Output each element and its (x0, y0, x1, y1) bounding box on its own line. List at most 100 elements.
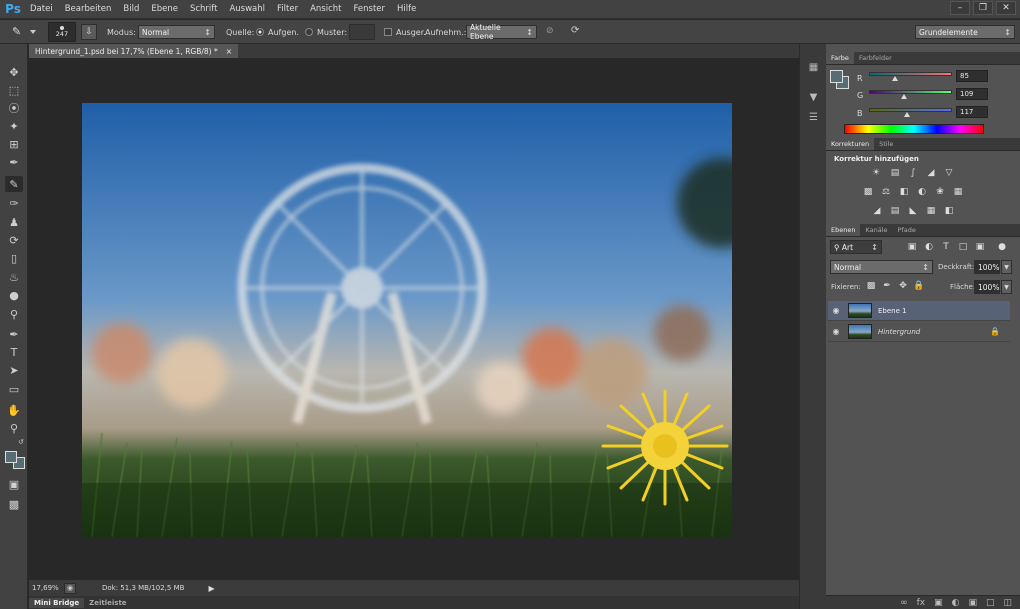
color-balance-icon[interactable]: ⚖ (880, 187, 892, 197)
pattern-picker[interactable] (349, 24, 375, 40)
visibility-eye-icon[interactable]: ◉ (828, 306, 844, 315)
menu-ansicht[interactable]: Ansicht (304, 4, 347, 14)
path-selection-tool-icon[interactable]: ➤ (5, 362, 23, 378)
channel-g-value[interactable]: 109 (956, 88, 988, 100)
marquee-tool-icon[interactable]: ⬚ (5, 82, 23, 98)
channel-g-thumb[interactable] (901, 94, 907, 99)
menu-filter[interactable]: Filter (271, 4, 304, 14)
swap-colors-icon[interactable]: ↺ (18, 438, 24, 446)
healing-brush-tool-icon[interactable]: ✎ (5, 176, 23, 192)
photoshop-logo[interactable]: Ps (2, 0, 24, 19)
close-window-button[interactable]: ✕ (996, 1, 1016, 15)
tab-pfade[interactable]: Pfade (893, 224, 921, 236)
tab-mini-bridge[interactable]: Mini Bridge (29, 597, 85, 608)
new-adjustment-icon[interactable]: ◐ (952, 598, 960, 608)
tab-farbe[interactable]: Farbe (826, 52, 854, 64)
aufgen-radio[interactable] (256, 28, 264, 36)
filter-toggle-icon[interactable]: ● (996, 242, 1008, 252)
clone-stamp-tool-icon[interactable]: ♟ (5, 214, 23, 230)
ausger-checkbox[interactable] (384, 28, 392, 36)
color-lookup-icon[interactable]: ▦ (952, 187, 964, 197)
blend-mode-dropdown[interactable]: Normal (830, 260, 933, 274)
invert-icon[interactable]: ◢ (871, 206, 883, 216)
menu-bearbeiten[interactable]: Bearbeiten (59, 4, 118, 14)
visibility-eye-icon[interactable]: ◉ (828, 327, 844, 336)
black-white-icon[interactable]: ◧ (898, 187, 910, 197)
fill-dropdown-arrow-icon[interactable]: ▼ (1001, 280, 1012, 294)
fill-input[interactable]: 100% (974, 280, 1000, 294)
filter-shape-icon[interactable]: □ (957, 242, 969, 252)
ignore-adjustment-layers-icon[interactable]: ⊘ (546, 26, 558, 38)
lasso-tool-icon[interactable]: ⦿ (5, 100, 23, 116)
layer-style-fx-icon[interactable]: fx (917, 598, 926, 608)
hand-tool-icon[interactable]: ✋ (5, 402, 23, 418)
tab-farbfelder[interactable]: Farbfelder (854, 52, 897, 64)
crop-tool-icon[interactable]: ⊞ (5, 136, 23, 152)
color-spectrum-bar[interactable] (844, 124, 984, 134)
pressure-size-icon[interactable]: ⟳ (571, 25, 585, 39)
filter-pixel-icon[interactable]: ▣ (906, 242, 918, 252)
zoom-tool-icon[interactable]: ⚲ (5, 420, 23, 436)
clone-source-panel-icon[interactable]: ⇩ (81, 24, 97, 40)
tab-ebenen[interactable]: Ebenen (826, 224, 861, 236)
pen-tool-icon[interactable]: ✒ (5, 326, 23, 342)
new-group-icon[interactable]: ▣ (968, 598, 977, 608)
zoom-readout[interactable]: 17,69% (32, 584, 60, 592)
color-panel-bg-swatch[interactable] (830, 70, 843, 83)
tab-korrekturen[interactable]: Korrekturen (826, 138, 875, 150)
move-tool-icon[interactable]: ✥ (5, 64, 23, 80)
menu-ebene[interactable]: Ebene (145, 4, 184, 14)
actions-panel-icon[interactable]: ▼ (805, 90, 822, 105)
properties-panel-icon[interactable]: ☰ (805, 110, 822, 125)
filter-type-icon[interactable]: T (940, 242, 952, 252)
layer-row-hintergrund[interactable]: ◉ Hintergrund 🔒 (828, 322, 1010, 342)
gradient-map-icon[interactable]: ◧ (943, 206, 955, 216)
channel-r-value[interactable]: 85 (956, 70, 988, 82)
tab-kanaele[interactable]: Kanäle (860, 224, 892, 236)
menu-schrift[interactable]: Schrift (184, 4, 224, 14)
status-menu-arrow-icon[interactable]: ▶ (208, 584, 214, 593)
history-brush-tool-icon[interactable]: ⟳ (5, 232, 23, 248)
channel-mixer-icon[interactable]: ❀ (934, 187, 946, 197)
layer-name[interactable]: Hintergrund (878, 328, 920, 336)
menu-bild[interactable]: Bild (117, 4, 145, 14)
add-mask-icon[interactable]: ▣ (934, 598, 943, 608)
vibrance-icon[interactable]: ▽ (943, 168, 955, 178)
photo-filter-icon[interactable]: ◐ (916, 187, 928, 197)
foreground-color-swatch[interactable] (5, 451, 17, 463)
lock-all-icon[interactable]: 🔒 (913, 281, 925, 291)
muster-radio[interactable] (305, 28, 313, 36)
minimize-button[interactable]: – (950, 1, 970, 15)
workspace-dropdown[interactable]: Grundelemente (915, 25, 1015, 39)
threshold-icon[interactable]: ◣ (907, 206, 919, 216)
channel-g-slider[interactable] (869, 90, 952, 94)
channel-r-slider[interactable] (869, 72, 952, 76)
rectangle-tool-icon[interactable]: ▭ (5, 381, 23, 397)
delete-layer-icon[interactable]: ◫ (1003, 598, 1012, 608)
blur-tool-icon[interactable]: ● (5, 287, 23, 303)
layer-name[interactable]: Ebene 1 (878, 307, 907, 315)
menu-hilfe[interactable]: Hilfe (391, 4, 422, 14)
exposure-icon[interactable]: ◢ (925, 168, 937, 178)
filter-adjustment-icon[interactable]: ◐ (923, 242, 935, 252)
document-image[interactable] (82, 103, 732, 537)
new-layer-icon[interactable]: □ (986, 598, 995, 608)
paint-bucket-tool-icon[interactable]: ♨ (5, 269, 23, 285)
quick-selection-tool-icon[interactable]: ✦ (5, 118, 23, 134)
history-panel-icon[interactable]: ▦ (805, 60, 822, 75)
brightness-contrast-icon[interactable]: ☀ (870, 168, 882, 178)
hue-saturation-icon[interactable]: ▩ (862, 187, 874, 197)
brush-size-picker[interactable]: 247 (48, 22, 76, 42)
opacity-dropdown-arrow-icon[interactable]: ▼ (1001, 260, 1012, 274)
layer-filter-dropdown[interactable]: ⚲ Art (830, 240, 882, 254)
channel-b-slider[interactable] (869, 108, 952, 112)
brush-tool-icon[interactable]: ✑ (5, 195, 23, 211)
curves-icon[interactable]: ∫ (907, 168, 919, 178)
filter-smart-object-icon[interactable]: ▣ (974, 242, 986, 252)
channel-b-value[interactable]: 117 (956, 106, 988, 118)
tab-zeitleiste[interactable]: Zeitleiste (84, 598, 131, 608)
aufnehm-dropdown[interactable]: Aktuelle Ebene (466, 23, 537, 41)
selective-color-icon[interactable]: ▦ (925, 206, 937, 216)
preset-chevron-down-icon[interactable] (30, 30, 36, 34)
lock-transparent-icon[interactable]: ▩ (865, 281, 877, 291)
